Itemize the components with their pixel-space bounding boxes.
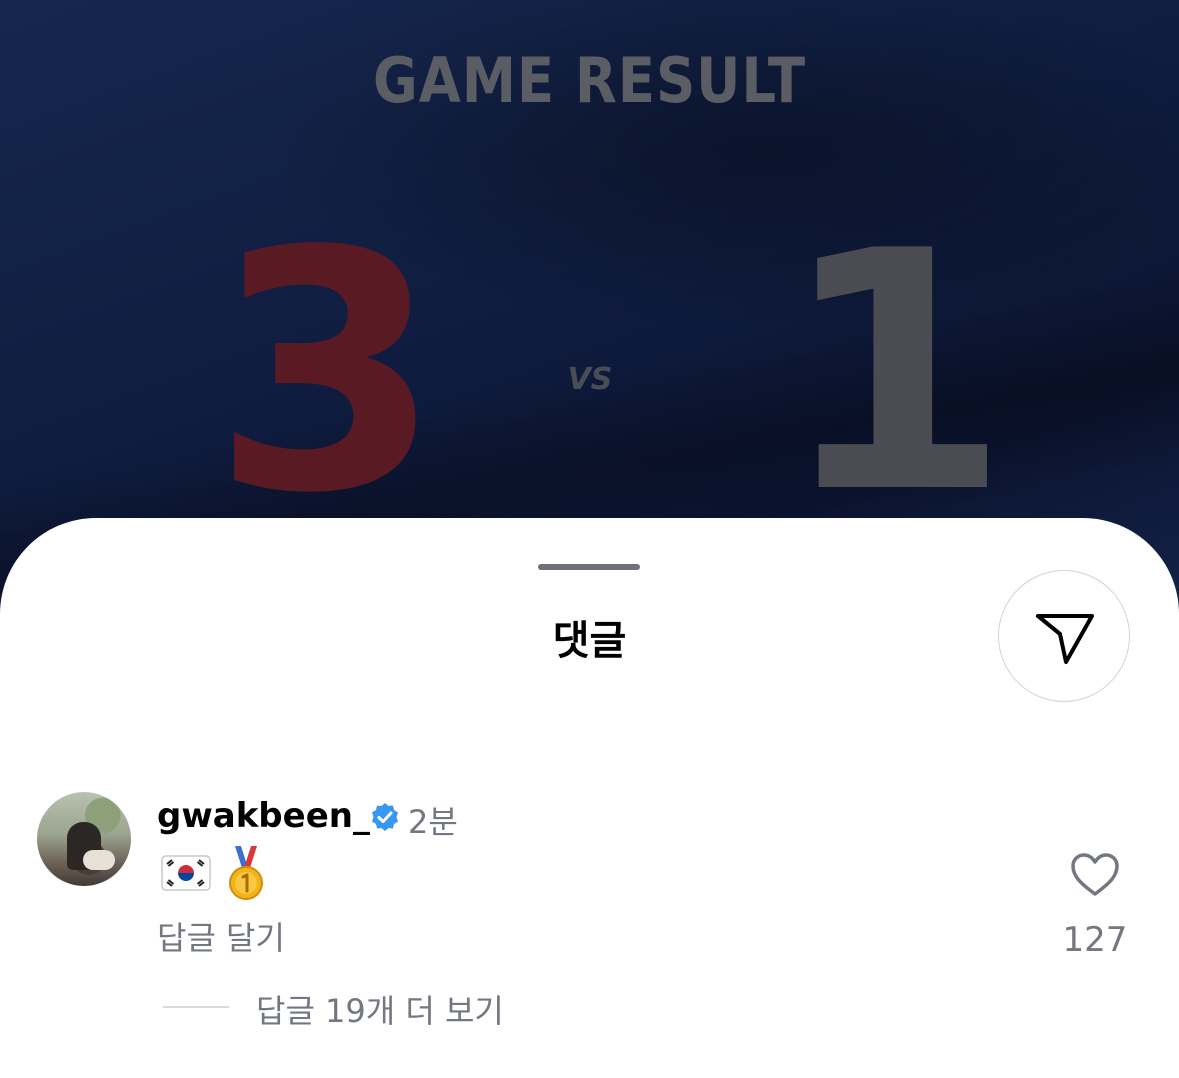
sheet-grabber-handle[interactable] <box>538 564 640 570</box>
gold-medal-icon <box>229 846 263 900</box>
away-score: 1 <box>780 181 1010 565</box>
game-result-title: GAME RESULT <box>372 44 807 117</box>
home-score: 3 <box>212 181 442 565</box>
comment-time: 2분 <box>408 803 458 841</box>
avatar-dog-shape <box>83 850 115 870</box>
share-button[interactable] <box>998 570 1130 702</box>
heart-outline-icon[interactable] <box>1070 852 1120 898</box>
view-more-replies-button[interactable]: 답글 19개 더 보기 <box>256 986 504 1032</box>
vs-label: VS <box>567 362 613 397</box>
like-count: 127 <box>1062 920 1128 960</box>
reply-button[interactable]: 답글 달기 <box>157 913 285 959</box>
verified-badge-icon <box>372 803 398 831</box>
avatar[interactable] <box>37 792 131 886</box>
comment-username[interactable]: gwakbeen_ <box>157 796 370 836</box>
replies-thread-line <box>163 1006 229 1008</box>
south-korea-flag-icon <box>161 855 211 891</box>
send-icon <box>1036 614 1094 664</box>
